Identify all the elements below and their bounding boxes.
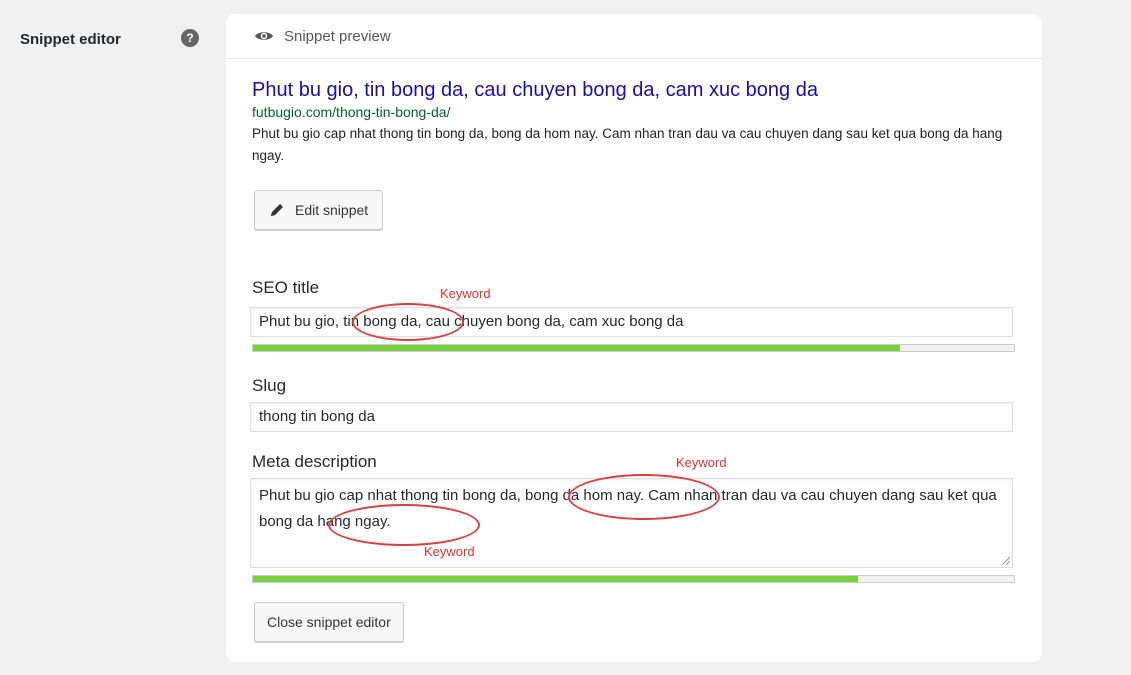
seo-title-label: SEO title: [252, 278, 320, 297]
meta-description-label: Meta description: [252, 452, 377, 471]
close-snippet-editor-button[interactable]: Close snippet editor: [254, 602, 404, 642]
slug-label: Slug: [252, 376, 287, 395]
meta-description-progress: [252, 575, 1015, 583]
seo-title-progress-fill: [253, 345, 900, 351]
snippet-preview: Phut bu gio, tin bong da, cau chuyen bon…: [252, 78, 1022, 167]
eye-icon: [255, 32, 273, 40]
slug-input[interactable]: thong tin bong da: [250, 402, 1013, 432]
preview-title[interactable]: Phut bu gio, tin bong da, cau chuyen bon…: [252, 78, 1022, 102]
row-label: Snippet editor: [20, 31, 121, 48]
help-icon[interactable]: ?: [181, 29, 199, 47]
keyword-annotation-desc-2: Keyword: [424, 544, 475, 559]
resize-handle-icon[interactable]: [1002, 557, 1010, 565]
keyword-annotation-title: Keyword: [440, 286, 491, 301]
edit-snippet-button[interactable]: Edit snippet: [254, 190, 384, 230]
snippet-preview-label: Snippet preview: [284, 27, 391, 45]
seo-title-value: Phut bu gio, tin bong da, cau chuyen bon…: [259, 313, 684, 330]
keyword-circle-title: [352, 303, 464, 341]
slug-value: thong tin bong da: [259, 408, 375, 425]
meta-description-progress-fill: [253, 576, 858, 582]
pencil-icon: [271, 204, 283, 216]
keyword-circle-desc-2: [328, 504, 480, 546]
snippet-panel: Snippet preview Phut bu gio, tin bong da…: [226, 14, 1042, 662]
preview-url: futbugio.com/thong-tin-bong-da/: [252, 104, 451, 120]
snippet-preview-header[interactable]: Snippet preview: [226, 14, 1042, 59]
preview-description: Phut bu gio cap nhat thong tin bong da, …: [252, 126, 1003, 163]
edit-snippet-label: Edit snippet: [295, 202, 369, 218]
seo-title-progress: [252, 344, 1015, 352]
keyword-circle-desc-1: [568, 474, 720, 520]
keyword-annotation-desc-1: Keyword: [676, 455, 727, 470]
